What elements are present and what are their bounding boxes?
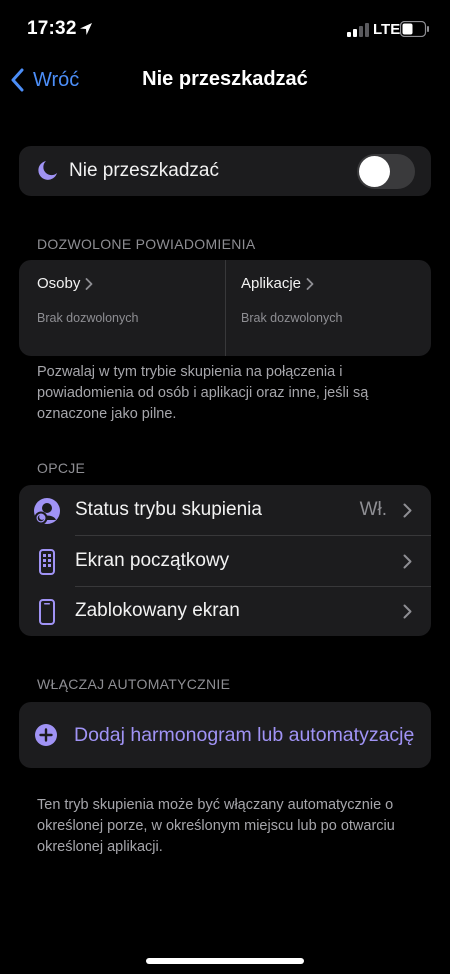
back-button[interactable]: Wróć [10, 68, 79, 92]
apps-title: Aplikacje [241, 275, 302, 292]
allowed-footnote: Pozwalaj w tym trybie skupienia na połąc… [37, 364, 369, 422]
options-card: Status trybu skupienia Wł. Ekran początk… [19, 485, 431, 636]
people-title: Osoby [37, 275, 81, 292]
allowed-apps-button[interactable]: Aplikacje Brak dozwolonych [225, 260, 431, 356]
focus-status-row[interactable]: Status trybu skupienia Wł. [19, 485, 431, 535]
chevron-right-icon [306, 277, 314, 290]
focus-status-icon [34, 498, 60, 525]
battery-icon [400, 21, 429, 37]
navigation-bar: Nie przeszkadzać Wróć [0, 58, 450, 102]
apps-title-wrap: Aplikacje [241, 275, 314, 292]
chevron-right-icon [403, 554, 412, 569]
status-bar: 17:32 LTE [0, 0, 450, 58]
focus-status-value: Wł. [359, 499, 387, 520]
allowed-people-button[interactable]: Osoby Brak dozwolonych [19, 260, 225, 356]
automation-header: WŁĄCZAJ AUTOMATYCZNIE [37, 676, 231, 692]
options-header: OPCJE [37, 460, 86, 476]
chevron-right-icon [403, 503, 412, 518]
add-schedule-button[interactable]: Dodaj harmonogram lub automatyzację [19, 702, 431, 768]
toggle-knob [359, 156, 390, 187]
signal-icon [347, 23, 369, 37]
apps-subtitle: Brak dozwolonych [241, 311, 343, 325]
people-title-wrap: Osoby [37, 275, 93, 292]
add-schedule-label: Dodaj harmonogram lub automatyzację [74, 724, 415, 746]
lock-screen-label: Zablokowany ekran [75, 600, 240, 621]
dnd-label: Nie przeszkadzać [69, 160, 219, 181]
location-arrow-icon [80, 23, 92, 35]
home-screen-icon [39, 549, 55, 575]
network-label: LTE [373, 21, 401, 38]
home-screen-row[interactable]: Ekran początkowy [19, 536, 431, 586]
lock-screen-row[interactable]: Zablokowany ekran [19, 586, 431, 636]
allowed-notifications-header: DOZWOLONE POWIADOMIENIA [37, 236, 256, 252]
home-indicator[interactable] [146, 958, 304, 964]
lock-screen-icon [39, 599, 55, 625]
status-time: 17:32 [27, 18, 77, 39]
people-subtitle: Brak dozwolonych [37, 311, 139, 325]
home-screen-label: Ekran początkowy [75, 550, 230, 571]
allowed-notifications-card: Osoby Brak dozwolonych Aplikacje Brak do… [19, 260, 431, 356]
chevron-right-icon [403, 604, 412, 619]
automation-footnote: Ten tryb skupienia może być włączany aut… [37, 797, 395, 855]
chevron-left-icon [11, 68, 24, 92]
plus-circle-icon [35, 724, 57, 746]
moon-icon [38, 161, 57, 180]
chevron-right-icon [85, 277, 93, 290]
dnd-toggle[interactable] [357, 154, 415, 189]
focus-status-label: Status trybu skupienia [75, 499, 262, 520]
dnd-toggle-row: Nie przeszkadzać [19, 146, 431, 196]
back-label: Wróć [33, 68, 80, 91]
